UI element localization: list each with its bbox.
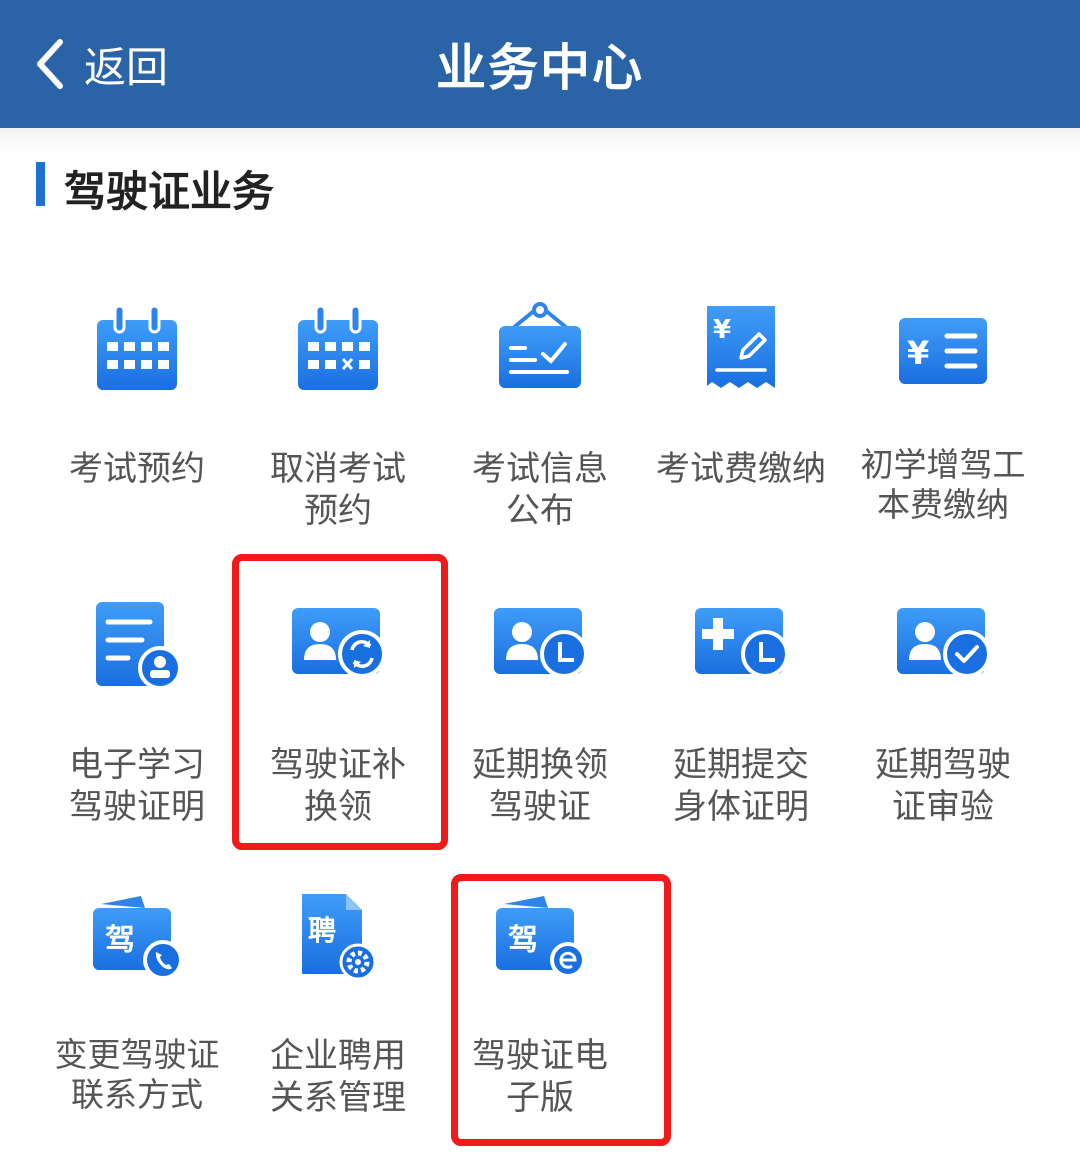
notice-board-icon	[440, 300, 640, 410]
id-card-check-icon	[843, 598, 1043, 708]
service-learner-fee-payment[interactable]: ¥ 初学增驾工 本费缴纳	[843, 300, 1043, 530]
service-change-contact[interactable]: 驾 变更驾驶证 联系方式	[37, 890, 237, 1120]
service-label: 考试信息 公布	[472, 449, 608, 531]
calendar-cancel-icon	[238, 300, 438, 410]
page-title: 业务中心	[436, 39, 644, 97]
svg-text:聘: 聘	[308, 914, 336, 947]
id-card-clock-icon	[440, 598, 640, 708]
highlight-box	[232, 554, 448, 850]
service-label: 延期换领 驾驶证	[472, 745, 608, 827]
svg-text:¥: ¥	[713, 315, 731, 345]
service-exam-fee-payment[interactable]: ¥ 考试费缴纳	[641, 300, 841, 530]
service-health-proof-delay[interactable]: 延期提交 身体证明	[641, 598, 841, 838]
service-e-learning-proof[interactable]: 电子学习 驾驶证明	[37, 598, 237, 838]
service-label: 企业聘用 关系管理	[270, 1036, 406, 1118]
service-label: 取消考试 预约	[270, 449, 406, 531]
hire-document-gear-icon: 聘	[238, 890, 438, 1000]
service-label: 延期驾驶 证审验	[875, 745, 1011, 827]
header-bar: 返回 业务中心	[0, 0, 1080, 128]
highlight-box	[451, 874, 671, 1146]
service-label: 初学增驾工 本费缴纳	[860, 445, 1026, 524]
service-label: 延期提交 身体证明	[673, 745, 809, 827]
service-label: 考试费缴纳	[656, 449, 826, 489]
service-label: 考试预约	[69, 449, 205, 489]
service-label: 变更驾驶证 联系方式	[54, 1035, 220, 1114]
service-exam-booking[interactable]: 考试预约	[37, 300, 237, 530]
calendar-icon	[37, 300, 237, 410]
document-user-icon	[37, 598, 237, 708]
header-shadow	[0, 128, 1080, 154]
service-label: 电子学习 驾驶证明	[69, 745, 205, 827]
service-license-renew-delay[interactable]: 延期换领 驾驶证	[440, 598, 640, 838]
service-license-review-delay[interactable]: 延期驾驶 证审验	[843, 598, 1043, 838]
service-exam-info[interactable]: 考试信息 公布	[440, 300, 640, 531]
svg-text:¥: ¥	[907, 334, 929, 372]
yuan-list-icon: ¥	[843, 300, 1043, 410]
section-title: 驾驶证业务	[64, 167, 275, 216]
section-accent-bar	[36, 162, 45, 206]
svg-text:驾: 驾	[105, 923, 135, 958]
medical-card-clock-icon	[641, 598, 841, 708]
service-cancel-exam-booking[interactable]: 取消考试 预约	[238, 300, 438, 531]
license-phone-icon: 驾	[37, 890, 237, 1000]
receipt-yuan-icon: ¥	[641, 300, 841, 410]
service-employment-management[interactable]: 聘 企业聘用 关系管理	[238, 890, 438, 1120]
